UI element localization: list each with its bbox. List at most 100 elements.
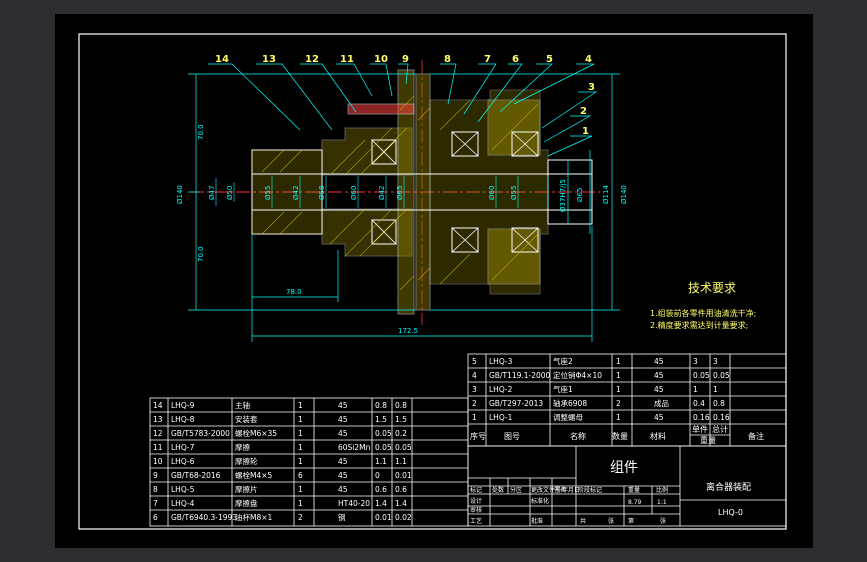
bom-right-cell-r2-c4: 45 [654, 385, 664, 394]
cell-design: 设计 [470, 497, 482, 505]
part-label-10: 10 [374, 54, 388, 65]
bom-left-cell-r0-c5: 0.8 [375, 401, 387, 410]
bom-left-cell-r8-c2: 油杯M8×1 [235, 512, 273, 522]
bom-left-cell-r7-c4: HT40-20 [338, 499, 370, 508]
bom-left-cell-r8-c3: 2 [298, 513, 303, 522]
dim-shaft-5: Ø60 [350, 186, 358, 200]
bom-right-cell-r3-c2: 轴承6908 [553, 398, 587, 408]
bom-right-cell-r3-c1: GB/T297-2013 [489, 399, 543, 408]
part-label-3: 3 [588, 82, 595, 93]
bom-right-cell-r3-c4: 成品 [654, 398, 669, 408]
bom-left-cell-r7-c3: 1 [298, 499, 303, 508]
bom-right-cell-r2-c6: 1 [713, 385, 718, 394]
part-label-12: 12 [305, 54, 319, 65]
bom-left-cell-r2-c6: 0.2 [395, 429, 407, 438]
bom-right-cell-r0-c0: 5 [472, 357, 477, 366]
bom-left-cell-r4-c2: 摩擦轮 [235, 456, 258, 466]
bom-left-cell-r1-c0: 13 [153, 415, 163, 424]
part-label-8: 8 [444, 54, 451, 65]
bom-left-cell-r3-c4: 60Si2Mn [338, 443, 371, 452]
bom-left-cell-r3-c2: 摩擦 [235, 442, 250, 452]
bom-left-cell-r0-c4: 45 [338, 401, 348, 410]
bom-left-cell-r2-c0: 12 [153, 429, 163, 438]
bom-left-cell-r1-c5: 1.5 [375, 415, 387, 424]
dim-shaft-8: Ø60 [488, 186, 496, 200]
dim-fit: Ø37H7/j5 [559, 179, 567, 212]
cell-sheet-no: 第 [628, 517, 634, 525]
bom-right-header-remark: 备注 [748, 431, 764, 441]
cell-mark: 标记 [470, 486, 482, 494]
drawing-title: 离合器装配 [706, 481, 751, 493]
bom-right-cell-r0-c4: 45 [654, 357, 664, 366]
dim-right-dia-3: Ø65 [576, 188, 584, 202]
bom-left-cell-r7-c5: 1.4 [375, 499, 387, 508]
bom-left-cell-r5-c2: 螺栓M4×5 [235, 470, 273, 480]
scale-value: 1:1 [657, 499, 667, 506]
bom-right-header-material: 材料 [650, 431, 666, 441]
bom-right-cell-r2-c1: LHQ-2 [489, 385, 513, 394]
bom-right-cell-r2-c5: 1 [693, 385, 698, 394]
bom-left-cell-r0-c1: LHQ-9 [171, 401, 195, 410]
bom-left-cell-r8-c4: 钢 [338, 512, 346, 522]
dim-shaft-4: Ø58 [318, 186, 326, 200]
bom-left-cell-r1-c6: 1.5 [395, 415, 407, 424]
bom-left-cell-r8-c1: GB/T6940.3-1993 [171, 513, 237, 522]
dim-shaft-1: Ø50 [226, 186, 234, 200]
notes-title: 技术要求 [688, 281, 736, 295]
cad-drawing-canvas: 14 13 12 11 10 9 8 7 6 5 4 3 2 1 70.0 70… [55, 14, 813, 548]
cell-zone: 分区 [510, 486, 522, 494]
bom-right-cell-r3-c6: 0.8 [713, 399, 725, 408]
bom-left-cell-r5-c4: 45 [338, 471, 348, 480]
bom-right-cell-r0-c6: 3 [713, 357, 718, 366]
bom-left-cell-r5-c3: 6 [298, 471, 303, 480]
bom-left-cell-r6-c6: 0.6 [395, 485, 407, 494]
bom-right-cell-r1-c1: GB/T119.1-2000 [489, 371, 551, 380]
bom-right-cell-r4-c3: 1 [616, 413, 621, 422]
bom-left-cell-r1-c4: 45 [338, 415, 348, 424]
bom-right-cell-r4-c1: LHQ-1 [489, 413, 513, 422]
dim-len-total: 172.5 [398, 327, 418, 335]
dim-shaft-2: Ø55 [264, 186, 272, 200]
cell-standard: 标准化 [531, 497, 549, 505]
bom-left-cell-r3-c6: 0.05 [395, 443, 412, 452]
bom-left-cell-r6-c1: LHQ-5 [171, 485, 195, 494]
bom-right-header-drawing: 图号 [504, 432, 520, 441]
bom-left-cell-r3-c3: 1 [298, 443, 303, 452]
cell-process: 工艺 [470, 517, 482, 525]
dim-shaft-3: Ø42 [292, 186, 300, 200]
bom-left-cell-r6-c2: 摩擦片 [235, 484, 258, 494]
bom-left-cell-r2-c1: GB/T5783-2000 [171, 429, 230, 438]
part-label-1: 1 [582, 126, 589, 137]
cell-count: 处数 [492, 486, 504, 494]
bom-right-cell-r1-c4: 45 [654, 371, 664, 380]
bom-left-cell-r8-c6: 0.02 [395, 513, 412, 522]
dim-shaft-0: Ø47 [208, 186, 216, 200]
bom-right-header-no: 序号 [470, 431, 486, 441]
cell-sheets-unit: 张 [608, 517, 614, 525]
dim-left-dia: Ø140 [176, 185, 184, 204]
bom-right-header-unit: 单件 [692, 424, 708, 434]
bom-left-cell-r2-c3: 1 [298, 429, 303, 438]
dim-right-dia-2: Ø114 [602, 185, 610, 204]
bom-left-cell-r1-c1: LHQ-8 [171, 415, 195, 424]
bom-left-cell-r5-c1: GB/T68-2016 [171, 471, 221, 480]
dim-right-dia: Ø140 [620, 185, 628, 204]
bom-right-header-name: 名称 [570, 431, 586, 441]
notes-item-2: 2.精度要求需达到计量要求; [650, 320, 748, 330]
part-label-11: 11 [340, 54, 354, 65]
bom-left-cell-r2-c5: 0.05 [375, 429, 392, 438]
bom-left-cell-r5-c5: 0 [375, 471, 380, 480]
dim-len-inner: 78.0 [286, 288, 302, 296]
bom-left-cell-r6-c5: 0.6 [375, 485, 387, 494]
bom-left-cell-r4-c1: LHQ-6 [171, 457, 195, 466]
bom-right-cell-r2-c0: 3 [472, 385, 477, 394]
bom-left-cell-r4-c4: 45 [338, 457, 348, 466]
bom-right-cell-r1-c6: 0.05 [713, 371, 730, 380]
bom-right-cell-r1-c5: 0.05 [693, 371, 710, 380]
bom-left-cell-r7-c2: 摩擦盘 [235, 498, 258, 508]
weight-value: 8.79 [628, 499, 642, 506]
bom-right-cell-r2-c2: 气座1 [553, 384, 573, 394]
bom-right-header-qty: 数量 [612, 431, 628, 441]
bom-left-cell-r5-c6: 0.01 [395, 471, 412, 480]
cell-total-sheets: 共 [580, 517, 586, 525]
